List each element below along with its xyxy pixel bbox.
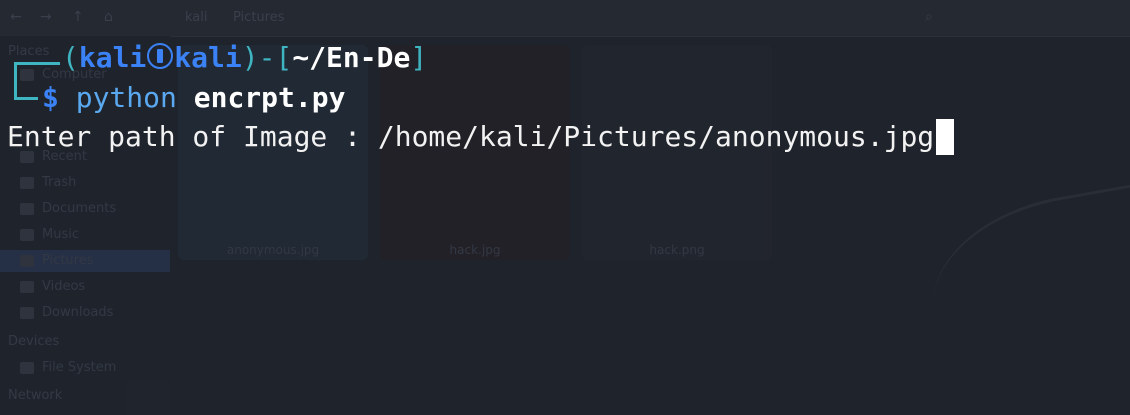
prompt-open: (	[62, 41, 79, 74]
output-line: Enter path of Image : /home/kali/Picture…	[7, 119, 955, 155]
prompt-user: kali	[78, 41, 147, 74]
prompt-close: )-[	[241, 41, 293, 74]
prompt-frame	[14, 62, 17, 100]
prompt-line: (kali kali)-[~/En-De]	[62, 40, 427, 76]
command-name: python	[75, 81, 177, 114]
prompt-symbol: $	[42, 81, 59, 114]
command-line: $ python encrpt.py	[42, 80, 345, 116]
prompt-frame	[14, 97, 38, 100]
output-text: Enter path of Image : /home/kali/Picture…	[7, 120, 935, 153]
terminal[interactable]: (kali kali)-[~/En-De] $ python encrpt.py …	[0, 0, 1130, 415]
prompt-host: kali	[174, 41, 242, 74]
prompt-cwd: ~/En-De	[292, 41, 411, 74]
prompt-frame	[14, 62, 60, 65]
command-arg: encrpt.py	[193, 81, 346, 114]
kali-logo-icon	[147, 43, 174, 69]
text-cursor	[936, 119, 955, 155]
prompt-end: ]	[410, 41, 428, 74]
